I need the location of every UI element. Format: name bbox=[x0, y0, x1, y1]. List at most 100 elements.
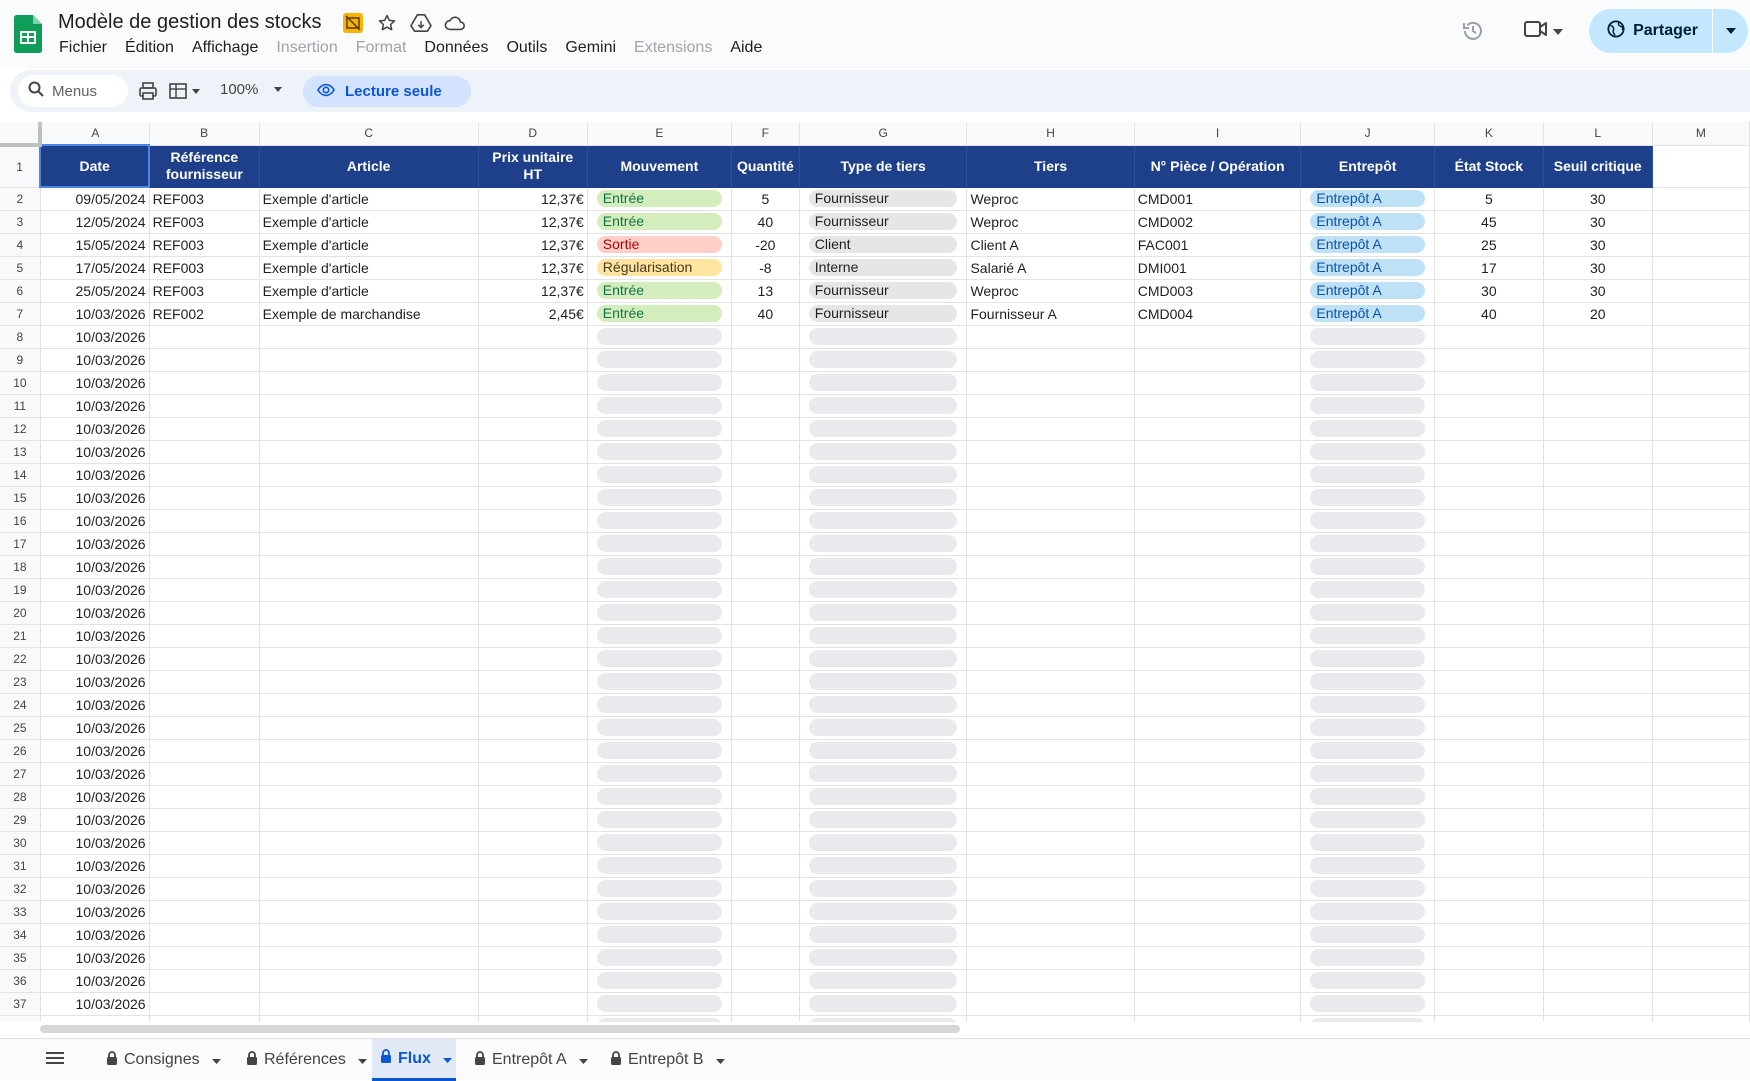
cell[interactable] bbox=[587, 555, 732, 579]
cell[interactable] bbox=[259, 693, 479, 717]
move-to-drive-icon[interactable] bbox=[410, 12, 432, 34]
cell[interactable] bbox=[1134, 808, 1302, 832]
cell[interactable] bbox=[1134, 670, 1302, 694]
cell[interactable] bbox=[966, 992, 1135, 1016]
cell[interactable] bbox=[478, 808, 588, 832]
share-dropdown[interactable] bbox=[1712, 9, 1748, 53]
cell[interactable] bbox=[149, 417, 260, 441]
cell[interactable] bbox=[731, 831, 800, 855]
cell[interactable] bbox=[587, 325, 732, 349]
cell[interactable] bbox=[1652, 923, 1750, 947]
cell[interactable] bbox=[1543, 762, 1653, 786]
cell[interactable]: 10/03/2026 bbox=[40, 1015, 150, 1022]
cell[interactable] bbox=[1300, 762, 1435, 786]
cell[interactable] bbox=[259, 785, 479, 809]
row-number[interactable]: 14 bbox=[0, 463, 41, 487]
cell[interactable] bbox=[966, 808, 1135, 832]
cell[interactable]: 30 bbox=[1543, 256, 1653, 280]
cell[interactable] bbox=[478, 992, 588, 1016]
cell[interactable] bbox=[1543, 325, 1653, 349]
cell[interactable]: Exemple d'article bbox=[259, 210, 479, 234]
cell[interactable] bbox=[1543, 417, 1653, 441]
cell[interactable] bbox=[1543, 670, 1653, 694]
cell[interactable] bbox=[1134, 325, 1302, 349]
cell[interactable] bbox=[799, 440, 968, 464]
cell[interactable] bbox=[1652, 647, 1750, 671]
cell[interactable] bbox=[587, 992, 732, 1016]
cell[interactable]: 10/03/2026 bbox=[40, 601, 150, 625]
cell[interactable] bbox=[1300, 578, 1435, 602]
cell[interactable] bbox=[966, 946, 1135, 970]
cell[interactable] bbox=[966, 785, 1135, 809]
cell[interactable] bbox=[478, 601, 588, 625]
cell[interactable] bbox=[1543, 877, 1653, 901]
cell[interactable] bbox=[731, 969, 800, 993]
cell[interactable] bbox=[587, 647, 732, 671]
column-header-j[interactable]: J bbox=[1300, 122, 1435, 146]
cell[interactable] bbox=[149, 601, 260, 625]
cell[interactable] bbox=[478, 900, 588, 924]
cell[interactable] bbox=[1434, 877, 1544, 901]
meet-button[interactable] bbox=[1523, 19, 1564, 44]
column-header-c[interactable]: C bbox=[259, 122, 479, 146]
cell[interactable] bbox=[587, 739, 732, 763]
cell[interactable]: CMD001 bbox=[1134, 187, 1302, 211]
sheet-tab-0[interactable]: Consignes bbox=[98, 1039, 228, 1081]
cell[interactable]: 10/03/2026 bbox=[40, 877, 150, 901]
cell[interactable] bbox=[1434, 463, 1544, 487]
row-number[interactable]: 28 bbox=[0, 785, 41, 809]
cell[interactable]: 25 bbox=[1434, 233, 1544, 257]
cell[interactable] bbox=[259, 371, 479, 395]
cell[interactable] bbox=[587, 785, 732, 809]
cell[interactable] bbox=[587, 877, 732, 901]
cell[interactable] bbox=[966, 440, 1135, 464]
cell[interactable] bbox=[478, 325, 588, 349]
cell[interactable]: 10/03/2026 bbox=[40, 854, 150, 878]
cell[interactable] bbox=[1134, 647, 1302, 671]
cell[interactable] bbox=[1543, 946, 1653, 970]
cell[interactable] bbox=[1300, 555, 1435, 579]
chevron-down-icon[interactable] bbox=[715, 1051, 725, 1069]
cell[interactable]: 10/03/2026 bbox=[40, 555, 150, 579]
cell[interactable] bbox=[149, 716, 260, 740]
cell[interactable] bbox=[1652, 716, 1750, 740]
cell[interactable] bbox=[1543, 923, 1653, 947]
cell[interactable] bbox=[149, 877, 260, 901]
cell[interactable] bbox=[1434, 693, 1544, 717]
cell[interactable] bbox=[1300, 486, 1435, 510]
cell[interactable] bbox=[966, 624, 1135, 648]
cell[interactable]: 30 bbox=[1543, 233, 1653, 257]
cell[interactable] bbox=[1134, 762, 1302, 786]
cell[interactable] bbox=[1300, 1015, 1435, 1022]
cell[interactable] bbox=[1543, 601, 1653, 625]
cell[interactable]: -8 bbox=[731, 256, 800, 280]
cell[interactable] bbox=[149, 693, 260, 717]
cell[interactable] bbox=[149, 739, 260, 763]
header-cell[interactable]: Article bbox=[259, 145, 479, 188]
cell[interactable] bbox=[1652, 693, 1750, 717]
cell[interactable]: 10/03/2026 bbox=[40, 371, 150, 395]
cell[interactable]: 12/05/2024 bbox=[40, 210, 150, 234]
cell[interactable]: 10/03/2026 bbox=[40, 762, 150, 786]
cell[interactable] bbox=[1543, 371, 1653, 395]
cell[interactable] bbox=[587, 831, 732, 855]
cell[interactable] bbox=[1300, 670, 1435, 694]
cell[interactable]: CMD003 bbox=[1134, 279, 1302, 303]
cell[interactable] bbox=[478, 762, 588, 786]
cell[interactable] bbox=[149, 532, 260, 556]
cell[interactable] bbox=[1543, 992, 1653, 1016]
cell[interactable]: REF002 bbox=[149, 302, 260, 326]
cell[interactable]: Entrée bbox=[587, 279, 732, 303]
cell[interactable] bbox=[587, 578, 732, 602]
row-number[interactable]: 10 bbox=[0, 371, 41, 395]
cell[interactable] bbox=[259, 992, 479, 1016]
cell[interactable] bbox=[1300, 831, 1435, 855]
cell[interactable]: Sortie bbox=[587, 233, 732, 257]
cell[interactable] bbox=[1134, 463, 1302, 487]
header-cell[interactable]: Prix unitaire HT bbox=[478, 145, 588, 188]
cell[interactable] bbox=[478, 785, 588, 809]
cell[interactable] bbox=[799, 463, 968, 487]
cell[interactable] bbox=[259, 1015, 479, 1022]
cell[interactable] bbox=[1652, 325, 1750, 349]
column-header-d[interactable]: D bbox=[478, 122, 588, 146]
